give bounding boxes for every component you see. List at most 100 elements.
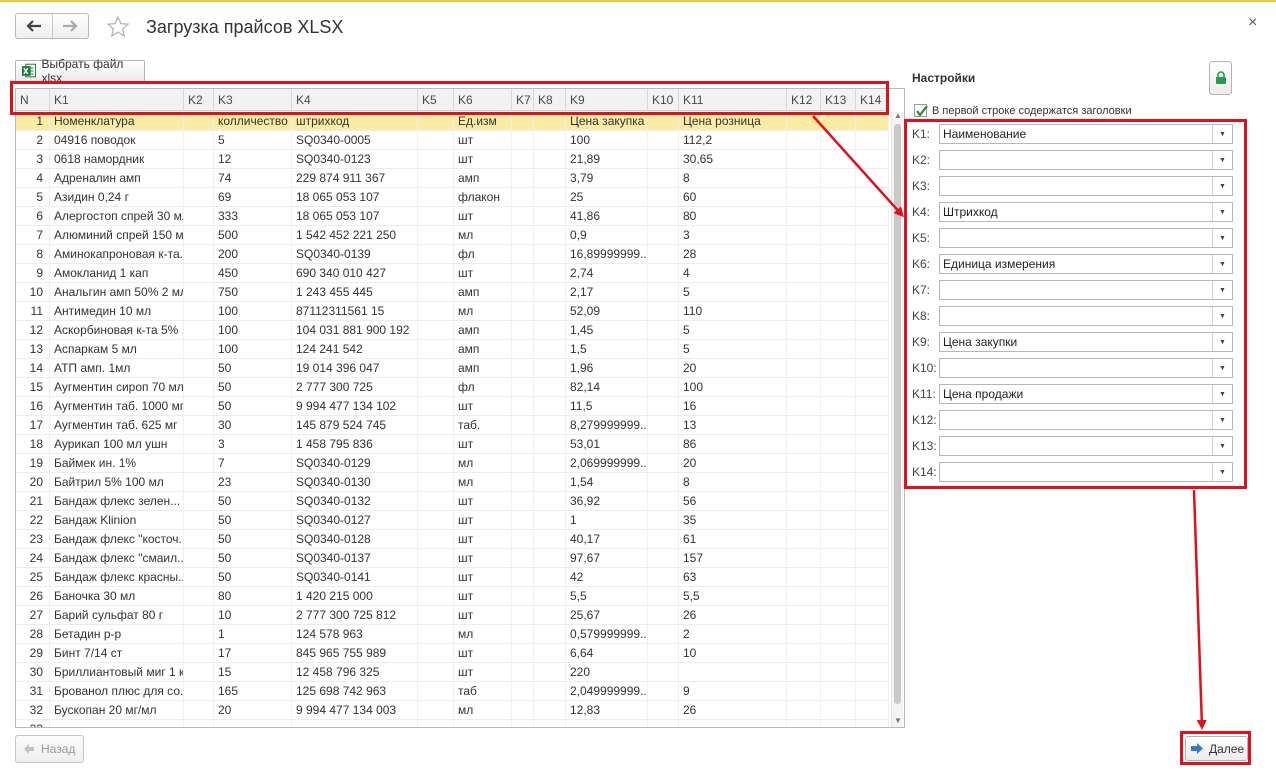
table-cell bbox=[418, 321, 454, 340]
table-cell bbox=[856, 378, 889, 397]
lock-button[interactable] bbox=[1209, 61, 1232, 95]
annotation-arrow-to-next bbox=[1192, 489, 1207, 730]
table-row[interactable]: 10 Анальгин амп 50% 2 мл 750 1 243 455 445 а… bbox=[16, 283, 889, 302]
table-cell bbox=[648, 492, 679, 511]
table-cell bbox=[534, 587, 566, 606]
table-cell: 50 bbox=[214, 397, 292, 416]
back-button[interactable]: Назад bbox=[15, 735, 84, 763]
table-row[interactable]: 4 Адреналин амп 74 229 874 911 367 амп 3,79 8 bbox=[16, 169, 889, 188]
table-row[interactable]: 19 Баймек ин. 1% 7 SQ0340-0129 мл 2,069999999… bbox=[16, 454, 889, 473]
table-row[interactable]: 23 Бандаж флекс "косточ... 50 SQ0340-0128 шт… bbox=[16, 530, 889, 549]
table-cell bbox=[418, 302, 454, 321]
table-row[interactable]: 6 Алергостоп спрей 30 мл 333 18 065 053 107… bbox=[16, 207, 889, 226]
table-row[interactable]: 5 Азидин 0,24 г 69 18 065 053 107 флакон 25 60 bbox=[16, 188, 889, 207]
table-row[interactable]: 32 Бускопан 20 мг/мл 20 9 994 477 134 003 мл… bbox=[16, 701, 889, 720]
table-row[interactable]: 22 Бандаж Klinion 50 SQ0340-0127 шт 1 35 bbox=[16, 511, 889, 530]
header-row-checkbox-row[interactable]: В первой строке содержатся заголовки bbox=[914, 104, 1132, 117]
table-cell bbox=[821, 416, 856, 435]
table-row[interactable]: 8 Аминокапроновая к-та... 200 SQ0340-0139 фл… bbox=[16, 245, 889, 264]
table-row[interactable]: 3 0618 намордник 12 SQ0340-0123 шт 21,89 30,65 bbox=[16, 150, 889, 169]
table-cell: 5,5 bbox=[566, 587, 648, 606]
table-row[interactable]: 26 Баночка 30 мл 80 1 420 215 000 шт 5,5 5,5 bbox=[16, 587, 889, 606]
table-row[interactable]: 15 Аугментин сироп 70 мл 50 2 777 300 725 фл… bbox=[16, 378, 889, 397]
table-cell: 26 bbox=[16, 587, 50, 606]
scroll-down-icon[interactable]: ▼ bbox=[894, 716, 902, 725]
choose-file-button[interactable]: Выбрать файл xlsx bbox=[15, 57, 145, 85]
table-row[interactable]: 33 bbox=[16, 720, 889, 727]
table-cell: мл bbox=[454, 701, 512, 720]
table-cell bbox=[648, 359, 679, 378]
table-cell bbox=[648, 188, 679, 207]
close-button[interactable]: × bbox=[1248, 14, 1257, 32]
table-cell bbox=[184, 663, 214, 682]
table-row[interactable]: 14 АТП амп. 1мл 50 19 014 396 047 амп 1,96 20 bbox=[16, 359, 889, 378]
table-row[interactable]: 17 Аугментин таб. 625 мг 30 145 879 524 745… bbox=[16, 416, 889, 435]
table-cell: 10 bbox=[214, 606, 292, 625]
vertical-scrollbar[interactable]: ▲ ▼ bbox=[891, 111, 903, 727]
table-row[interactable]: 29 Бинт 7/14 ст 17 845 965 755 989 шт 6,64 10 bbox=[16, 644, 889, 663]
table-row[interactable]: 13 Аспаркам 5 мл 100 124 241 542 амп 1,5 5 bbox=[16, 340, 889, 359]
table-cell: 2,74 bbox=[566, 264, 648, 283]
table-row[interactable]: 12 Аскорбиновая к-та 5% ... 100 104 031 881… bbox=[16, 321, 889, 340]
table-cell: Барий сульфат 80 г bbox=[50, 606, 184, 625]
favorite-button[interactable] bbox=[106, 15, 130, 42]
table-row[interactable]: 28 Бетадин р-р 1 124 578 963 мл 0,579999999..… bbox=[16, 625, 889, 644]
table-row[interactable]: 7 Алюминий спрей 150 мл 500 1 542 452 221 2… bbox=[16, 226, 889, 245]
table-row[interactable]: 27 Барий сульфат 80 г 10 2 777 300 725 812 ш… bbox=[16, 606, 889, 625]
table-row[interactable]: 24 Бандаж флекс "смаил... 50 SQ0340-0137 шт 9… bbox=[16, 549, 889, 568]
header-row-checkbox[interactable] bbox=[914, 104, 928, 117]
table-cell bbox=[679, 663, 787, 682]
table-row[interactable]: 31 Брованол плюс для со... 165 125 698 742 … bbox=[16, 682, 889, 701]
table-cell bbox=[534, 549, 566, 568]
table-row[interactable]: 9 Амокланид 1 кап 450 690 340 010 427 шт 2,74… bbox=[16, 264, 889, 283]
table-row[interactable]: 25 Бандаж флекс красны... 50 SQ0340-0141 шт 4… bbox=[16, 568, 889, 587]
table-cell: SQ0340-0005 bbox=[292, 131, 418, 150]
table-cell bbox=[184, 701, 214, 720]
table-row[interactable]: 2 04916 поводок 5 SQ0340-0005 шт 100 112,2 bbox=[16, 131, 889, 150]
table-cell: амп bbox=[454, 283, 512, 302]
excel-icon bbox=[21, 63, 37, 78]
table-row[interactable]: 20 Байтрил 5% 100 мл 23 SQ0340-0130 мл 1,54 8 bbox=[16, 473, 889, 492]
table-cell: 2 777 300 725 812 bbox=[292, 606, 418, 625]
table-row[interactable]: 18 Аурикап 100 мл ушн 3 1 458 795 836 шт 53,0… bbox=[16, 435, 889, 454]
table-row[interactable]: 30 Бриллиантовый миг 1 кг 15 12 458 796 325… bbox=[16, 663, 889, 682]
table-cell bbox=[184, 188, 214, 207]
table-cell: 61 bbox=[679, 530, 787, 549]
table-cell: 2 777 300 725 bbox=[292, 378, 418, 397]
table-cell: фл bbox=[454, 378, 512, 397]
table-cell: мл bbox=[454, 454, 512, 473]
table-cell: 333 bbox=[214, 207, 292, 226]
table-cell bbox=[787, 245, 821, 264]
table-cell bbox=[184, 321, 214, 340]
table-cell: 3 bbox=[214, 435, 292, 454]
table-cell bbox=[856, 302, 889, 321]
table-cell bbox=[184, 625, 214, 644]
table-cell bbox=[648, 549, 679, 568]
table-cell bbox=[534, 625, 566, 644]
table-row[interactable]: 21 Бандаж флекс зелен... 50 SQ0340-0132 шт 36… bbox=[16, 492, 889, 511]
scroll-up-icon[interactable]: ▲ bbox=[894, 111, 902, 120]
table-row[interactable]: 16 Аугментин таб. 1000 мг 50 9 994 477 134 … bbox=[16, 397, 889, 416]
table-cell: 11 bbox=[16, 302, 50, 321]
table-cell bbox=[787, 701, 821, 720]
table-cell: 9 bbox=[679, 682, 787, 701]
table-row[interactable]: 11 Антимедин 10 мл 100 87112311561 15 мл 52,0… bbox=[16, 302, 889, 321]
table-cell: Антимедин 10 мл bbox=[50, 302, 184, 321]
table-cell: Бандаж флекс "косточ... bbox=[50, 530, 184, 549]
table-cell: 100 bbox=[214, 321, 292, 340]
table-cell: 1 bbox=[214, 625, 292, 644]
table-cell bbox=[512, 302, 534, 321]
table-cell: 11,5 bbox=[566, 397, 648, 416]
table-cell bbox=[787, 435, 821, 454]
table-cell bbox=[184, 492, 214, 511]
table-cell bbox=[648, 454, 679, 473]
table-cell: 15 bbox=[214, 663, 292, 682]
table-cell: шт bbox=[454, 644, 512, 663]
table-cell: шт bbox=[454, 150, 512, 169]
back-nav-button[interactable] bbox=[16, 14, 52, 38]
forward-nav-button[interactable] bbox=[51, 14, 89, 38]
table-cell: мл bbox=[454, 226, 512, 245]
table-cell bbox=[184, 283, 214, 302]
scrollbar-thumb[interactable] bbox=[894, 124, 901, 704]
price-table[interactable]: N K1 K2 K3 K4 K5 K6 K7 K8 K9 K10 K11 K12 K13 K14 1 Номе… bbox=[15, 88, 905, 728]
